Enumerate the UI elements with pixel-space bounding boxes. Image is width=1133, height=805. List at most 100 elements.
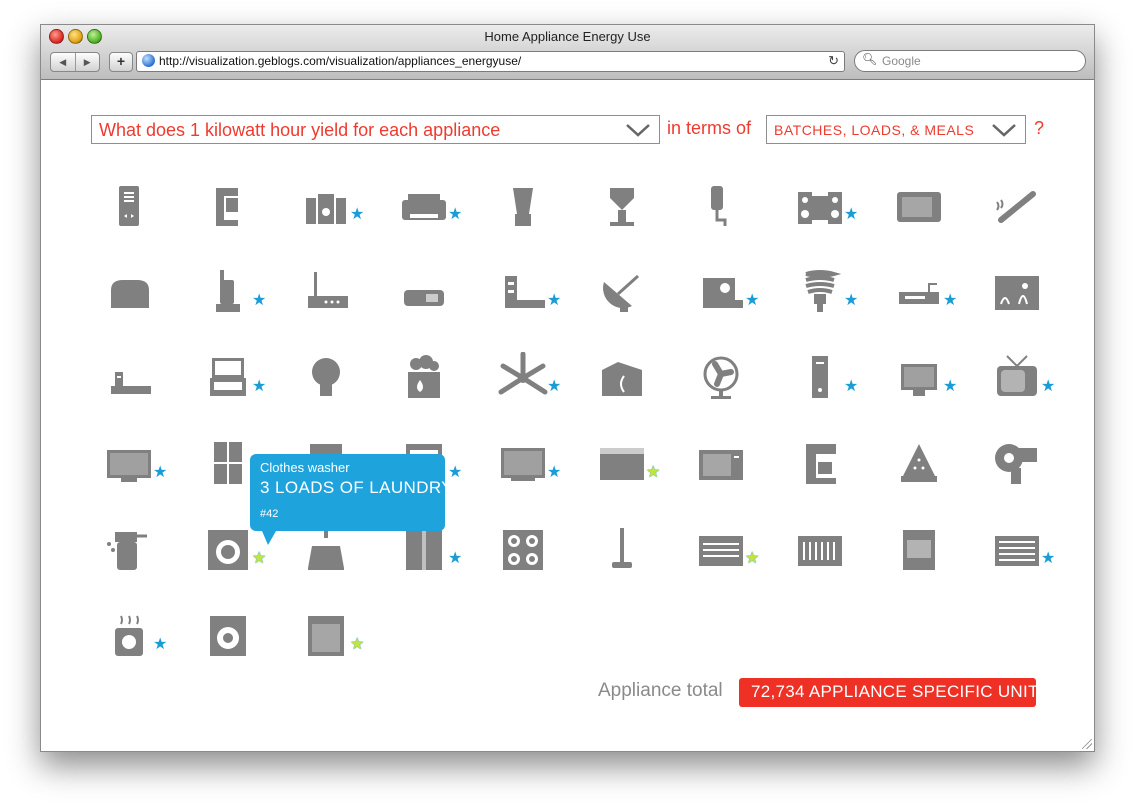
desktop-computer-icon bbox=[812, 356, 828, 398]
monitor-icon bbox=[901, 364, 937, 396]
appliance-cell[interactable]: ★ bbox=[396, 180, 488, 240]
appliance-cell[interactable]: ★ bbox=[495, 438, 587, 498]
reload-icon[interactable]: ↻ bbox=[828, 53, 839, 69]
desk-fan-icon bbox=[703, 356, 739, 399]
appliance-cell[interactable]: ★ bbox=[792, 180, 884, 240]
appliance-tooltip: Clothes washer 3 loads of laundry #42 bbox=[250, 454, 453, 545]
appliance-cell[interactable]: ★ bbox=[396, 524, 488, 584]
unit-select[interactable]: batches, loads, & meals bbox=[766, 115, 1026, 144]
appliance-cell[interactable]: ★ bbox=[298, 180, 390, 240]
light-bulb-icon bbox=[312, 358, 340, 396]
appliance-cell[interactable] bbox=[594, 266, 686, 326]
printer-icon bbox=[402, 194, 446, 220]
appliance-cell[interactable] bbox=[989, 266, 1081, 326]
aquarium-icon bbox=[995, 276, 1039, 310]
resize-handle[interactable] bbox=[1082, 739, 1092, 749]
in-terms-of-label: in terms of bbox=[667, 118, 752, 138]
appliance-cell[interactable]: ★ bbox=[200, 352, 292, 412]
appliance-cell[interactable]: ★ bbox=[989, 524, 1081, 584]
cell-phone-charger-icon bbox=[711, 186, 727, 226]
refrigerator-icon bbox=[214, 442, 242, 484]
espresso-machine-icon bbox=[216, 188, 238, 226]
appliance-cell[interactable] bbox=[594, 524, 686, 584]
metric-select[interactable]: What does 1 kilowatt hour yield for each… bbox=[91, 115, 660, 144]
appliance-cell[interactable] bbox=[200, 180, 292, 240]
star-icon: ★ bbox=[350, 206, 365, 223]
star-icon: ★ bbox=[448, 206, 463, 223]
appliance-cell[interactable] bbox=[989, 438, 1081, 498]
appliance-cell[interactable] bbox=[792, 524, 884, 584]
spray-bottle-icon bbox=[107, 532, 147, 570]
appliance-total-label: Appliance total bbox=[598, 680, 723, 701]
appliance-cell[interactable]: ★ bbox=[101, 610, 193, 670]
appliance-cell[interactable] bbox=[693, 352, 785, 412]
room-ac-icon bbox=[995, 536, 1039, 566]
appliance-cell[interactable]: ★ bbox=[693, 524, 785, 584]
appliance-cell[interactable] bbox=[200, 610, 292, 670]
appliance-cell[interactable]: ★ bbox=[891, 352, 983, 412]
appliance-cell[interactable]: ★ bbox=[495, 266, 587, 326]
appliance-cell[interactable]: ★ bbox=[200, 266, 292, 326]
appliance-cell[interactable] bbox=[101, 524, 193, 584]
star-icon: ★ bbox=[844, 378, 859, 395]
appliance-cell[interactable]: ★ bbox=[495, 352, 587, 412]
appliance-cell[interactable] bbox=[298, 352, 390, 412]
satellite-dish-icon bbox=[603, 274, 640, 312]
coffee-maker-icon bbox=[806, 444, 836, 484]
appliance-cell[interactable] bbox=[891, 524, 983, 584]
appliance-cell[interactable] bbox=[693, 180, 785, 240]
appliance-cell[interactable]: ★ bbox=[891, 266, 983, 326]
water-heater-icon bbox=[408, 355, 440, 398]
appliance-cell[interactable] bbox=[891, 180, 983, 240]
ceiling-fan-icon bbox=[498, 352, 548, 395]
microwave-icon bbox=[699, 450, 743, 480]
appliance-cell[interactable] bbox=[792, 438, 884, 498]
appliance-cell[interactable] bbox=[495, 180, 587, 240]
appliance-cell[interactable] bbox=[989, 180, 1081, 240]
appliance-cell[interactable] bbox=[495, 524, 587, 584]
forward-button[interactable]: ▶ bbox=[76, 53, 100, 71]
globe-icon bbox=[142, 54, 155, 67]
appliance-cell[interactable] bbox=[298, 524, 390, 584]
outline-star-icon: ★ bbox=[252, 550, 267, 567]
star-icon: ★ bbox=[745, 292, 760, 309]
appliance-cell[interactable]: ★ bbox=[693, 266, 785, 326]
appliance-cell[interactable] bbox=[101, 180, 193, 240]
star-icon: ★ bbox=[943, 378, 958, 395]
address-bar[interactable]: http://visualization.geblogs.com/visuali… bbox=[136, 51, 845, 72]
appliance-cell[interactable]: ★ bbox=[101, 438, 193, 498]
appliance-cell[interactable] bbox=[298, 266, 390, 326]
appliance-cell[interactable] bbox=[101, 352, 193, 412]
chest-freezer-icon bbox=[600, 448, 644, 480]
window-ac-icon bbox=[699, 536, 743, 566]
appliance-cell[interactable]: ★ bbox=[200, 524, 292, 584]
title-bar: Home Appliance Energy Use ◀ ▶ + http://v… bbox=[41, 25, 1094, 80]
stereo-system-icon bbox=[798, 192, 842, 224]
appliance-cell[interactable] bbox=[594, 180, 686, 240]
appliance-cell[interactable] bbox=[396, 352, 488, 412]
blender-icon bbox=[513, 188, 533, 226]
back-button[interactable]: ◀ bbox=[51, 53, 76, 71]
appliance-cell[interactable] bbox=[594, 352, 686, 412]
cooktop-icon bbox=[503, 530, 543, 570]
appliance-cell[interactable] bbox=[101, 266, 193, 326]
star-icon: ★ bbox=[844, 206, 859, 223]
star-icon: ★ bbox=[252, 378, 267, 395]
appliance-cell[interactable] bbox=[891, 438, 983, 498]
appliance-cell[interactable] bbox=[396, 266, 488, 326]
appliance-cell[interactable]: ★ bbox=[298, 610, 390, 670]
url-text[interactable]: http://visualization.geblogs.com/visuali… bbox=[159, 54, 521, 68]
clock-radio-icon bbox=[404, 290, 444, 306]
outline-star-icon: ★ bbox=[646, 464, 661, 481]
add-bookmark-button[interactable]: + bbox=[109, 52, 133, 72]
cfl-bulb-icon bbox=[805, 270, 842, 312]
chevron-down-icon bbox=[992, 124, 1016, 137]
appliance-cell[interactable]: ★ bbox=[594, 438, 686, 498]
appliance-cell[interactable]: ★ bbox=[989, 352, 1081, 412]
search-field[interactable]: 🔍︎ Google bbox=[854, 50, 1086, 72]
appliance-cell[interactable]: ★ bbox=[792, 266, 884, 326]
star-icon: ★ bbox=[547, 464, 562, 481]
star-icon: ★ bbox=[844, 292, 859, 309]
appliance-cell[interactable]: ★ bbox=[792, 352, 884, 412]
appliance-cell[interactable] bbox=[693, 438, 785, 498]
